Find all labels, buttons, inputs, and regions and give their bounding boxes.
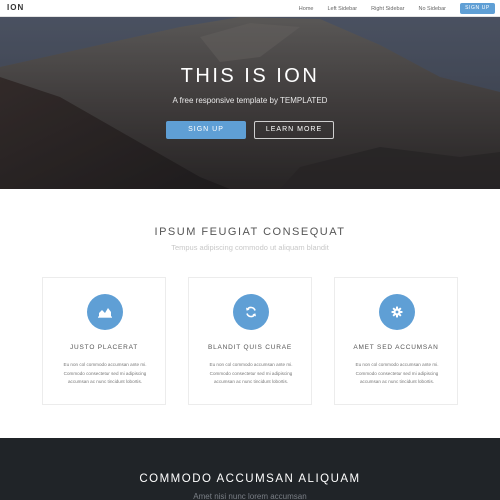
feature-card: AMET SED ACCUMSAN Eu non col commodo acc… (334, 277, 458, 405)
hero-banner: THIS IS ION A free responsive template b… (0, 17, 500, 189)
feature-card-text: Eu non col commodo accumsan ante mi. Com… (355, 362, 439, 384)
hero-title: THIS IS ION (180, 65, 320, 87)
hero-subtitle: A free responsive template by TEMPLATED (172, 96, 328, 105)
hero-learn-more-button[interactable]: LEARN MORE (254, 121, 334, 139)
feature-card: BLANDIT QUIS CURAE Eu non col commodo ac… (188, 277, 312, 405)
site-logo[interactable]: ION (7, 3, 24, 12)
nav-item-left-sidebar[interactable]: Left Sidebar (327, 6, 357, 12)
feature-card-title: AMET SED ACCUMSAN (353, 344, 439, 351)
cog-icon (379, 294, 415, 330)
nav-item-no-sidebar[interactable]: No Sidebar (418, 6, 446, 12)
area-chart-icon (87, 294, 123, 330)
feature-card: JUSTO PLACERAT Eu non col commodo accums… (42, 277, 166, 405)
nav-item-right-sidebar[interactable]: Right Sidebar (371, 6, 404, 12)
features-subtitle: Tempus adipiscing commodo ut aliquam bla… (171, 243, 329, 252)
features-title: IPSUM FEUGIAT CONSEQUAT (154, 226, 346, 238)
hero-signup-button[interactable]: SIGN UP (166, 121, 246, 139)
main-nav: Home Left Sidebar Right Sidebar No Sideb… (299, 0, 500, 17)
feature-card-text: Eu non col commodo accumsan ante mi. Com… (63, 362, 147, 384)
cta-section: COMMODO ACCUMSAN ALIQUAM Amet nisi nunc … (0, 438, 500, 500)
cta-subtitle: Amet nisi nunc lorem accumsan (193, 492, 307, 500)
site-header: ION Home Left Sidebar Right Sidebar No S… (0, 0, 500, 17)
feature-card-title: JUSTO PLACERAT (69, 344, 139, 351)
feature-card-text: Eu non col commodo accumsan ante mi. Com… (209, 362, 293, 384)
cta-title: COMMODO ACCUMSAN ALIQUAM (139, 473, 361, 485)
nav-item-home[interactable]: Home (299, 6, 314, 12)
refresh-icon (233, 294, 269, 330)
nav-signup-button[interactable]: SIGN UP (460, 3, 495, 14)
feature-card-title: BLANDIT QUIS CURAE (208, 344, 292, 351)
